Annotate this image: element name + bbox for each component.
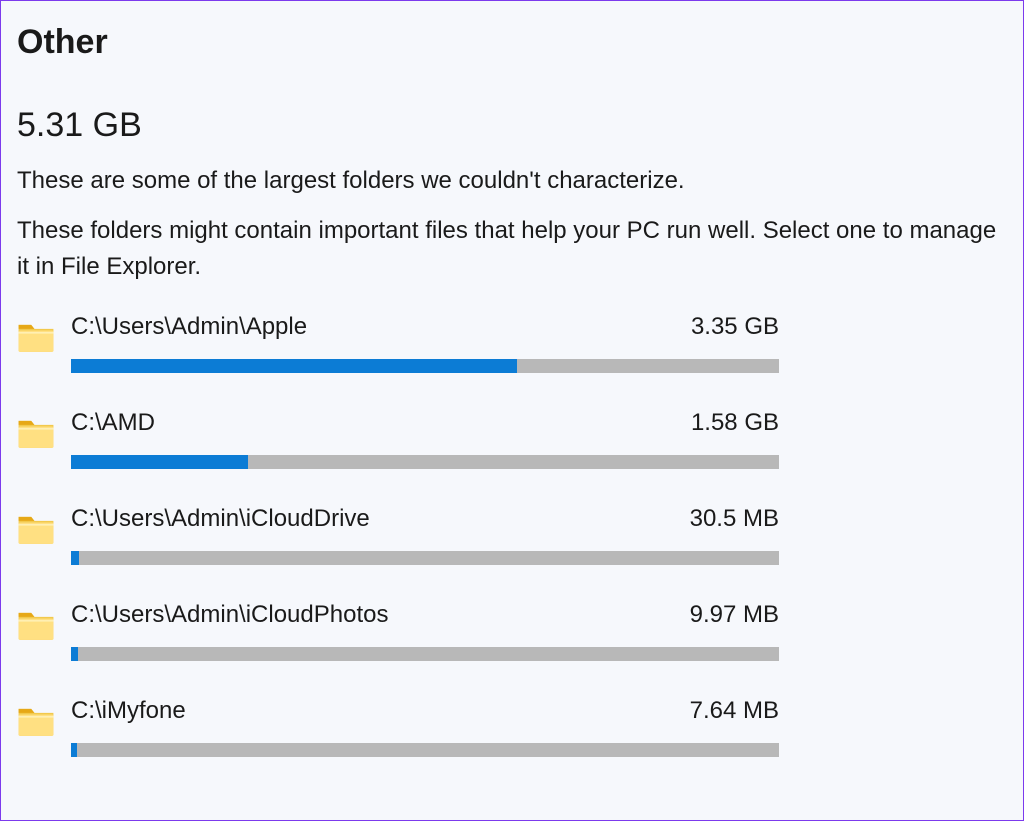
storage-progress-bar <box>71 455 779 469</box>
folder-icon <box>17 701 55 739</box>
description-line-1: These are some of the largest folders we… <box>17 163 1007 199</box>
folder-size: 9.97 MB <box>690 601 779 629</box>
storage-progress-fill <box>71 455 248 469</box>
storage-progress-fill <box>71 743 77 757</box>
storage-progress-fill <box>71 359 517 373</box>
folder-item[interactable]: C:\Users\Admin\Apple 3.35 GB <box>17 313 779 373</box>
folder-path: C:\AMD <box>71 409 155 437</box>
folder-item[interactable]: C:\Users\Admin\iCloudPhotos 9.97 MB <box>17 601 779 661</box>
folder-item[interactable]: C:\Users\Admin\iCloudDrive 30.5 MB <box>17 505 779 565</box>
folder-icon <box>17 317 55 355</box>
folder-size: 7.64 MB <box>690 697 779 725</box>
folder-item[interactable]: C:\iMyfone 7.64 MB <box>17 697 779 757</box>
folder-size: 3.35 GB <box>691 313 779 341</box>
storage-progress-bar <box>71 743 779 757</box>
folder-size: 30.5 MB <box>690 505 779 533</box>
folder-icon <box>17 509 55 547</box>
folder-icon <box>17 413 55 451</box>
folder-size: 1.58 GB <box>691 409 779 437</box>
folder-path: C:\Users\Admin\Apple <box>71 313 307 341</box>
storage-progress-bar <box>71 551 779 565</box>
folder-path: C:\Users\Admin\iCloudDrive <box>71 505 370 533</box>
page-title: Other <box>17 23 1007 62</box>
description-line-2: These folders might contain important fi… <box>17 213 1007 285</box>
total-size: 5.31 GB <box>17 106 1007 145</box>
folder-list: C:\Users\Admin\Apple 3.35 GB C:\AMD 1.58… <box>17 313 779 757</box>
folder-icon <box>17 605 55 643</box>
storage-progress-fill <box>71 647 78 661</box>
folder-item[interactable]: C:\AMD 1.58 GB <box>17 409 779 469</box>
storage-progress-fill <box>71 551 79 565</box>
storage-progress-bar <box>71 647 779 661</box>
folder-path: C:\Users\Admin\iCloudPhotos <box>71 601 388 629</box>
storage-progress-bar <box>71 359 779 373</box>
folder-path: C:\iMyfone <box>71 697 186 725</box>
